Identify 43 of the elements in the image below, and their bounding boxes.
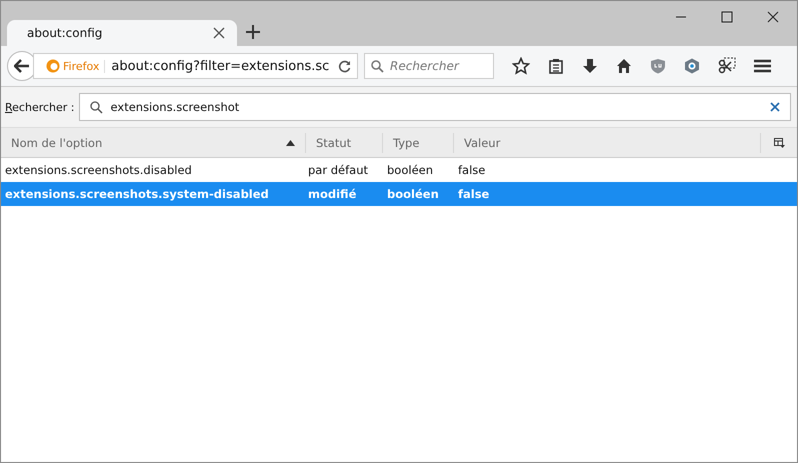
shield-icon[interactable] bbox=[650, 58, 666, 74]
firefox-logo-icon bbox=[46, 59, 60, 73]
column-picker-icon[interactable] bbox=[774, 138, 785, 148]
eye-icon[interactable] bbox=[684, 58, 700, 74]
column-header[interactable]: Nom de l'option bbox=[1, 132, 306, 152]
table-cell-text: modifié bbox=[307, 187, 358, 201]
maximize-icon[interactable] bbox=[721, 11, 733, 23]
sort-icon bbox=[286, 140, 295, 146]
table-cell-text: false bbox=[457, 163, 486, 177]
new-tab-icon[interactable] bbox=[246, 25, 260, 39]
url-field[interactable]: Firefox about:config?filter=extensions.sc bbox=[33, 53, 358, 79]
search-field[interactable]: Rechercher bbox=[364, 53, 494, 79]
search-label: Rechercher : bbox=[5, 100, 75, 114]
table-cell-text: booléen bbox=[386, 187, 440, 201]
browser-tab[interactable]: about:config bbox=[7, 20, 237, 46]
table-row[interactable]: extensions.screenshots.system-disabled modifié booléen false bbox=[1, 182, 797, 206]
close-icon[interactable] bbox=[213, 27, 225, 39]
column-header[interactable]: Statut bbox=[306, 132, 383, 152]
close-icon[interactable] bbox=[767, 11, 779, 23]
table-cell-text: booléen bbox=[386, 163, 434, 177]
table-row[interactable]: extensions.screenshots.disabled par défaut booléen false bbox=[1, 158, 797, 182]
star-icon[interactable] bbox=[512, 57, 530, 75]
filter-field[interactable]: extensions.screenshot bbox=[78, 93, 791, 121]
search-icon bbox=[371, 60, 384, 72]
back-arrow-icon bbox=[14, 59, 30, 73]
table-cell-text: extensions.screenshots.disabled bbox=[4, 163, 193, 177]
column-header[interactable]: Valeur bbox=[454, 132, 761, 152]
download-icon[interactable] bbox=[582, 58, 598, 74]
search-placeholder: Rechercher bbox=[390, 59, 459, 73]
table-cell-text: false bbox=[457, 187, 490, 201]
menu-icon[interactable] bbox=[754, 59, 771, 73]
clear-icon[interactable] bbox=[770, 102, 780, 112]
search-icon bbox=[90, 100, 103, 114]
reload-icon[interactable] bbox=[338, 60, 351, 72]
column-header[interactable]: Type bbox=[383, 132, 454, 152]
identity-label: Firefox bbox=[63, 60, 106, 72]
scissors-icon[interactable] bbox=[718, 57, 736, 75]
home-icon[interactable] bbox=[616, 58, 632, 74]
table-cell-text: extensions.screenshots.system-disabled bbox=[4, 187, 270, 201]
filter-value: extensions.screenshot bbox=[110, 100, 240, 114]
url-text: about:config?filter=extensions.sc bbox=[110, 58, 330, 74]
clipboard-icon[interactable] bbox=[548, 58, 564, 74]
table-cell-text: par défaut bbox=[307, 163, 369, 177]
